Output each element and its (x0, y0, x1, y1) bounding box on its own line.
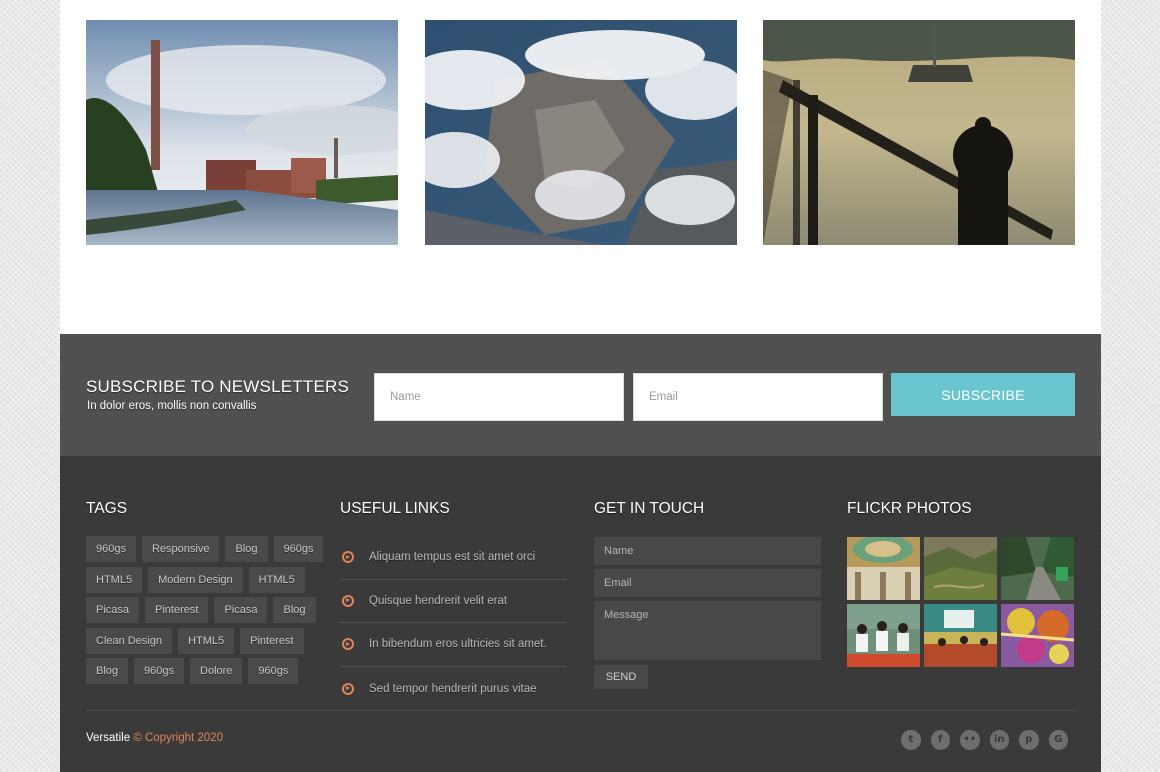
circle-arrow-icon (342, 594, 354, 607)
gallery-photo-aerial-city[interactable] (425, 20, 737, 245)
useful-link[interactable]: In bibendum eros ultricies sit amet. (369, 638, 547, 650)
linkedin-icon[interactable]: in (989, 730, 1009, 750)
tag-cloud: 960gs Responsive Blog 960gs HTML5 Modern Desi… (86, 536, 324, 689)
useful-link-item: Sed tempor hendrerit purus vitae (340, 667, 567, 711)
tag[interactable]: Picasa (214, 597, 268, 623)
google-plus-icon[interactable]: G (1048, 730, 1068, 750)
tag[interactable]: Modern Design (148, 566, 243, 593)
newsletter-title: SUBSCRIBE TO NEWSLETTERS (86, 377, 350, 396)
flickr-thumb-festival[interactable] (1001, 604, 1074, 667)
tags-title: TAGS (86, 500, 128, 517)
twitter-icon[interactable]: t (901, 730, 921, 750)
flickr-photos-title: FLICKR PHOTOS (847, 500, 972, 517)
tag[interactable]: HTML5 (248, 566, 305, 593)
contact-send-button[interactable]: SEND (594, 665, 648, 689)
flickr-thumb-dome[interactable] (847, 537, 920, 600)
flickr-thumb-street[interactable] (1001, 537, 1074, 600)
tag[interactable]: HTML5 (178, 627, 235, 654)
copyright: Versatile © Copyright 2020 (86, 732, 223, 744)
contact-form: SEND (594, 537, 821, 689)
flickr-icon[interactable]: •• (960, 730, 980, 750)
tag-row: 960gs Responsive Blog 960gs (86, 536, 324, 564)
useful-links-list: Aliquam tempus est sit amet orci Quisque … (340, 536, 567, 710)
copyright-brand: Versatile (86, 732, 131, 744)
social-links: t f •• in p G (901, 730, 1068, 750)
tag[interactable]: Responsive (141, 536, 220, 562)
tag[interactable]: 960gs (273, 536, 324, 562)
newsletter-name-input[interactable] (374, 373, 624, 421)
tag[interactable]: Blog (86, 658, 129, 684)
useful-link[interactable]: Quisque hendrerit velit erat (369, 595, 507, 607)
newsletter-email-input[interactable] (633, 373, 883, 421)
newsletter-section: SUBSCRIBE TO NEWSLETTERS In dolor eros, … (60, 334, 1101, 456)
tag[interactable]: HTML5 (86, 566, 143, 593)
tag[interactable]: Picasa (86, 597, 140, 623)
useful-link-item: Quisque hendrerit velit erat (340, 580, 567, 624)
pinterest-icon[interactable]: p (1019, 730, 1039, 750)
tag[interactable]: Pinterest (145, 597, 209, 623)
tag[interactable]: Blog (225, 536, 268, 562)
useful-link[interactable]: Sed tempor hendrerit purus vitae (369, 683, 536, 695)
flickr-thumb-students[interactable] (847, 604, 920, 667)
tag[interactable]: 960gs (134, 658, 185, 684)
contact-email-field[interactable] (594, 569, 821, 597)
tag[interactable]: 960gs (248, 658, 299, 684)
tag-row: Blog 960gs Dolore 960gs (86, 658, 316, 686)
contact-name-field[interactable] (594, 537, 821, 565)
gallery-section (60, 0, 1101, 334)
tag[interactable]: Blog (273, 597, 316, 623)
tag[interactable]: Dolore (190, 658, 243, 684)
newsletter-subtitle: In dolor eros, mollis non convallis (87, 400, 257, 412)
footer-divider (86, 710, 1075, 711)
tag-row: Clean Design HTML5 Pinterest (86, 627, 316, 656)
page: SUBSCRIBE TO NEWSLETTERS In dolor eros, … (60, 0, 1101, 772)
flickr-thumb-hills[interactable] (924, 537, 997, 600)
circle-arrow-icon (342, 551, 354, 564)
tag[interactable]: 960gs (86, 536, 136, 562)
subscribe-button[interactable]: SUBSCRIBE (891, 373, 1075, 416)
tag-row: HTML5 Modern Design HTML5 (86, 566, 316, 595)
facebook-icon[interactable]: f (930, 730, 950, 750)
footer: TAGS 960gs Responsive Blog 960gs HTML5 Modern… (60, 456, 1101, 772)
copyright-text: © Copyright 2020 (133, 732, 223, 744)
circle-arrow-icon (342, 638, 354, 651)
useful-link[interactable]: Aliquam tempus est sit amet orci (369, 551, 535, 563)
circle-arrow-icon (342, 682, 354, 695)
useful-link-item: In bibendum eros ultricies sit amet. (340, 623, 567, 667)
gallery-photo-lake-railing[interactable] (763, 20, 1075, 245)
gallery-photo-riverside-town[interactable] (86, 20, 398, 245)
tag[interactable]: Clean Design (86, 627, 173, 654)
useful-links-title: USEFUL LINKS (340, 500, 450, 517)
tag[interactable]: Pinterest (240, 627, 304, 654)
useful-link-item: Aliquam tempus est sit amet orci (340, 536, 567, 580)
flickr-thumb-classroom[interactable] (924, 604, 997, 667)
tag-row: Picasa Pinterest Picasa Blog (86, 597, 316, 625)
get-in-touch-title: GET IN TOUCH (594, 500, 705, 517)
contact-message-field[interactable] (594, 601, 821, 660)
